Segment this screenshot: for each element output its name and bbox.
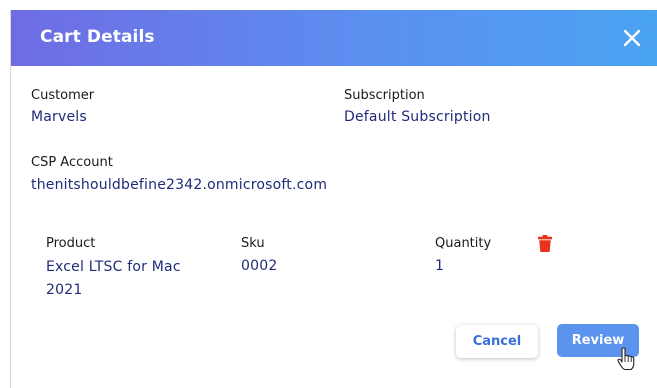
close-icon (623, 29, 641, 47)
subscription-label: Subscription (344, 88, 425, 103)
item-quantity-value: 1 (435, 258, 445, 274)
close-button[interactable] (620, 26, 644, 50)
csp-account-label: CSP Account (31, 155, 113, 170)
customer-label: Customer (31, 88, 95, 103)
cancel-button[interactable]: Cancel (456, 325, 538, 358)
delete-item-button[interactable] (538, 235, 552, 252)
customer-value: Marvels (31, 109, 87, 125)
item-sku-value: 0002 (241, 258, 278, 274)
trash-icon (538, 235, 552, 252)
product-column-header: Product (46, 236, 96, 251)
csp-account-value: thenitshouldbefine2342.onmicrosoft.com (31, 177, 328, 193)
item-product-value: Excel LTSC for Mac 2021 (46, 259, 181, 298)
hand-pointer-cursor-icon (617, 347, 635, 371)
subscription-value: Default Subscription (344, 109, 491, 125)
dialog-title: Cart Details (40, 27, 155, 47)
quantity-column-header: Quantity (435, 236, 492, 251)
dialog-header: Cart Details (11, 10, 657, 66)
sku-column-header: Sku (241, 236, 265, 251)
cart-details-dialog: Cart Details Customer Marvels Subscripti… (10, 10, 657, 388)
